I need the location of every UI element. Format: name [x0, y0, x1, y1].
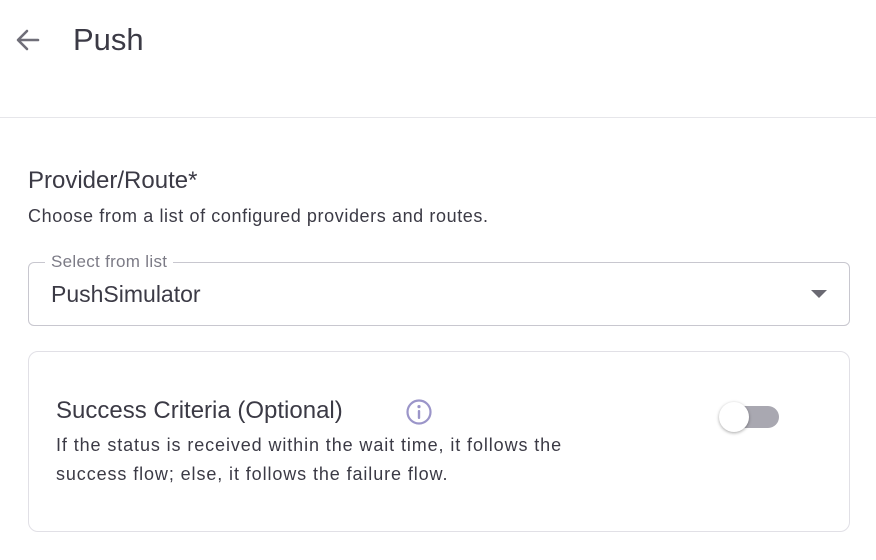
back-button[interactable] — [10, 22, 46, 58]
success-criteria-card: Success Criteria (Optional) If the statu… — [28, 351, 850, 532]
provider-route-description: Choose from a list of configured provide… — [28, 206, 489, 226]
success-criteria-description: If the status is received within the wai… — [56, 431, 676, 489]
info-icon[interactable] — [405, 398, 433, 426]
provider-select[interactable]: Select from list PushSimulator — [28, 251, 850, 326]
toggle-thumb — [719, 402, 749, 432]
success-criteria-description-line2: success flow; else, it follows the failu… — [56, 464, 449, 484]
page-title: Push — [73, 22, 144, 57]
caret-down-icon[interactable] — [811, 290, 827, 298]
success-criteria-toggle[interactable] — [719, 402, 781, 434]
success-criteria-description-line1: If the status is received within the wai… — [56, 435, 562, 455]
provider-route-title: Provider/Route* — [28, 167, 198, 194]
select-value: PushSimulator — [51, 281, 201, 307]
success-criteria-title: Success Criteria (Optional) — [56, 397, 343, 424]
select-label: Select from list — [45, 251, 174, 273]
arrow-left-icon — [16, 29, 40, 51]
page-header: Push — [0, 0, 876, 118]
